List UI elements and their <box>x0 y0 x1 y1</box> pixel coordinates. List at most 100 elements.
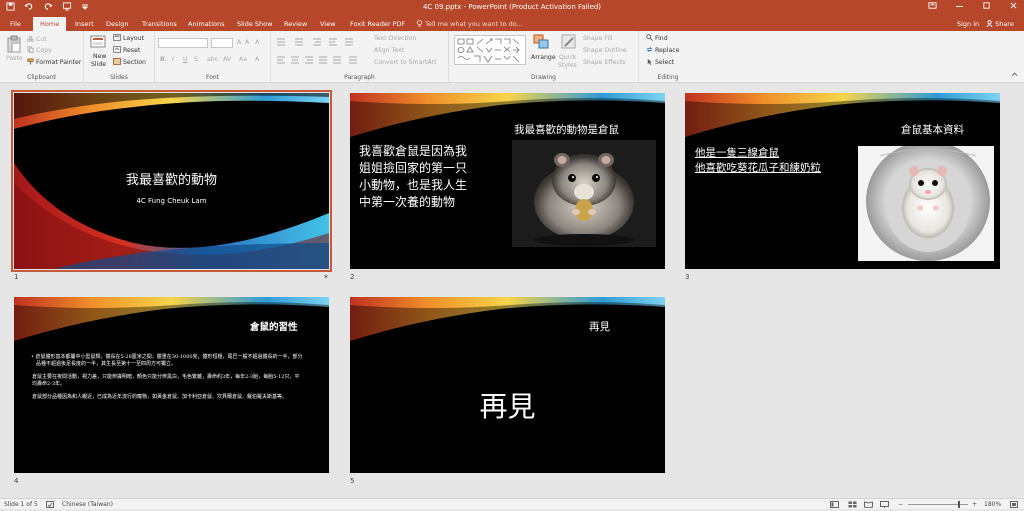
restore-icon[interactable] <box>982 1 991 13</box>
cursor-icon <box>647 58 652 65</box>
paste-icon[interactable] <box>6 35 22 53</box>
slide-thumbnail-3[interactable]: 倉鼠基本資料 他是一隻三線倉鼠 他喜歡吃葵花瓜子和練奶粒 <box>685 93 1000 269</box>
italic-button[interactable]: I <box>172 55 174 64</box>
tab-review[interactable]: Review <box>284 19 307 29</box>
slide-2-line: 小動物，也是我人生 <box>359 178 468 192</box>
cut-button[interactable]: Cut <box>27 35 47 44</box>
new-slide-label-2[interactable]: Slide <box>91 60 106 69</box>
copy-label: Copy <box>35 47 52 54</box>
paintbrush-icon <box>27 58 34 65</box>
tell-me-box[interactable]: Tell me what you want to do... <box>416 19 523 29</box>
clipboard-group: Paste Cut Copy Format Painter Clipboard <box>0 31 84 83</box>
tab-design[interactable]: Design <box>106 19 128 29</box>
ribbon-display-icon[interactable] <box>928 1 937 13</box>
close-icon[interactable] <box>1009 1 1018 13</box>
slide-number-4: 4 <box>14 477 19 485</box>
quick-styles-label-2[interactable]: Styles <box>558 61 577 70</box>
font-name-combobox[interactable] <box>158 38 208 48</box>
list-indent-icons[interactable] <box>277 37 367 47</box>
slide-4-body: • 倉鼠體形基本都屬中小型鼠類，體長在5-28厘米之間，體重在30-1000克，… <box>31 354 304 401</box>
paste-button[interactable]: Paste <box>6 54 23 63</box>
tab-home[interactable]: Home <box>33 17 67 31</box>
font-size-combobox[interactable] <box>211 38 233 48</box>
shrink-font-icon[interactable]: A <box>245 38 249 47</box>
collapse-ribbon-icon[interactable] <box>1011 71 1018 80</box>
tab-view[interactable]: View <box>320 19 335 29</box>
arrange-icon[interactable] <box>533 34 549 50</box>
clear-formatting-icon[interactable]: A <box>255 38 259 47</box>
replace-label: Replace <box>654 47 680 54</box>
section-icon <box>113 58 121 65</box>
reading-view-icon[interactable] <box>864 501 873 511</box>
grow-font-icon[interactable]: A <box>237 38 241 47</box>
font-color-icon[interactable]: A <box>255 55 259 64</box>
share-button[interactable]: Share <box>986 19 1014 29</box>
transition-star-icon[interactable]: ✶ <box>323 273 329 281</box>
normal-view-icon[interactable] <box>830 501 839 511</box>
reset-button[interactable]: Reset <box>113 46 140 55</box>
layout-label: Layout <box>122 35 145 42</box>
slide-thumbnail-4[interactable]: 倉鼠的習性 • 倉鼠體形基本都屬中小型鼠類，體長在5-28厘米之間，體重在30-… <box>14 297 329 473</box>
drawing-group: Arrange Quick Styles Shape Fill Shape Ou… <box>449 31 639 83</box>
replace-icon <box>646 47 653 52</box>
layout-button[interactable]: Layout <box>113 34 144 43</box>
slide-thumbnail-1[interactable]: 我最喜歡的動物 4C Fung Cheuk Lam <box>11 90 332 272</box>
new-slide-icon[interactable] <box>90 35 106 51</box>
editing-group-label: Editing <box>657 74 679 81</box>
slide-5-big-text: 再見 <box>479 390 536 423</box>
shadow-icon[interactable]: abc <box>207 55 218 64</box>
tab-foxit-reader-pdf[interactable]: Foxit Reader PDF <box>350 19 405 29</box>
reset-label: Reset <box>122 47 141 54</box>
title-bar: 4C 09.pptx - PowerPoint (Product Activat… <box>0 0 1024 17</box>
strikethrough-button[interactable]: S <box>194 55 198 64</box>
shapes-gallery[interactable] <box>454 35 526 65</box>
zoom-slider-thumb[interactable] <box>958 501 960 508</box>
tab-animations[interactable]: Animations <box>188 19 225 29</box>
zoom-in-button[interactable]: + <box>972 501 977 509</box>
copy-button[interactable]: Copy <box>27 46 52 55</box>
char-spacing-icon[interactable]: AV <box>223 55 231 64</box>
alignment-icons[interactable] <box>277 55 373 65</box>
slide-thumbnail-5[interactable]: 再見 再見 <box>350 297 665 473</box>
tab-slide-show[interactable]: Slide Show <box>237 19 272 29</box>
zoom-out-button[interactable]: − <box>898 501 903 509</box>
shape-outline-button[interactable]: Shape Outline <box>583 46 627 55</box>
select-button[interactable]: Select <box>646 58 674 67</box>
quick-styles-icon[interactable] <box>561 34 577 50</box>
tab-transitions[interactable]: Transitions <box>142 19 177 29</box>
slide-sorter: 我最喜歡的動物 4C Fung Cheuk Lam 1 ✶ 我最喜歡的動物是倉鼠… <box>0 84 1024 498</box>
text-direction-button[interactable]: Text Direction <box>374 34 416 43</box>
find-button[interactable]: Find <box>646 34 668 43</box>
zoom-level[interactable]: 180% <box>984 501 1001 509</box>
tab-insert[interactable]: Insert <box>75 19 94 29</box>
replace-button[interactable]: Replace <box>646 46 679 55</box>
status-bar: Slide 1 of 5 Chinese (Taiwan) − + 180% <box>0 498 1024 509</box>
minimize-icon[interactable] <box>955 1 964 13</box>
tab-file[interactable]: File <box>10 19 21 29</box>
bold-button[interactable]: B <box>160 55 165 64</box>
format-painter-button[interactable]: Format Painter <box>27 58 81 67</box>
cut-label: Cut <box>35 36 47 43</box>
slide-sorter-view-icon[interactable] <box>848 501 857 511</box>
drawing-group-label: Drawing <box>531 74 556 81</box>
slide-number-1: 1 <box>14 273 19 281</box>
slide-4-paragraph: 倉鼠主要在夜間活動，視力差，只能辨識明暗，顏色只能分辨黑白，毛色繁雜，壽命約3年… <box>32 374 300 387</box>
slideshow-view-icon[interactable] <box>880 501 889 511</box>
language-indicator[interactable]: Chinese (Taiwan) <box>62 501 113 509</box>
format-painter-label: Format Painter <box>35 59 82 66</box>
arrange-label[interactable]: Arrange <box>531 53 556 62</box>
change-case-icon[interactable]: Aa <box>239 55 247 64</box>
shape-fill-button[interactable]: Shape Fill <box>583 34 613 43</box>
slide-4-text: 倉鼠體形基本都屬中小型鼠類，體長在5-28厘米之間，體重在30-1000克，體形… <box>35 354 303 367</box>
slide-2-line: 中第一次養的動物 <box>359 195 456 209</box>
section-button[interactable]: Section <box>113 58 146 67</box>
align-text-button[interactable]: Align Text <box>374 46 404 55</box>
underline-button[interactable]: U <box>183 55 188 64</box>
slide-thumbnail-2[interactable]: 我最喜歡的動物是倉鼠 我喜歡倉鼠是因為我 姐姐撿回家的第一只 小動物，也是我人生… <box>350 93 665 269</box>
sign-in-link[interactable]: Sign in <box>957 19 979 29</box>
fit-to-window-icon[interactable] <box>1010 501 1018 511</box>
spellcheck-icon[interactable] <box>46 501 54 511</box>
shape-effects-button[interactable]: Shape Effects <box>583 58 625 67</box>
convert-smartart-button[interactable]: Convert to SmartArt <box>374 58 437 67</box>
hamster-photo-eating <box>512 140 656 247</box>
